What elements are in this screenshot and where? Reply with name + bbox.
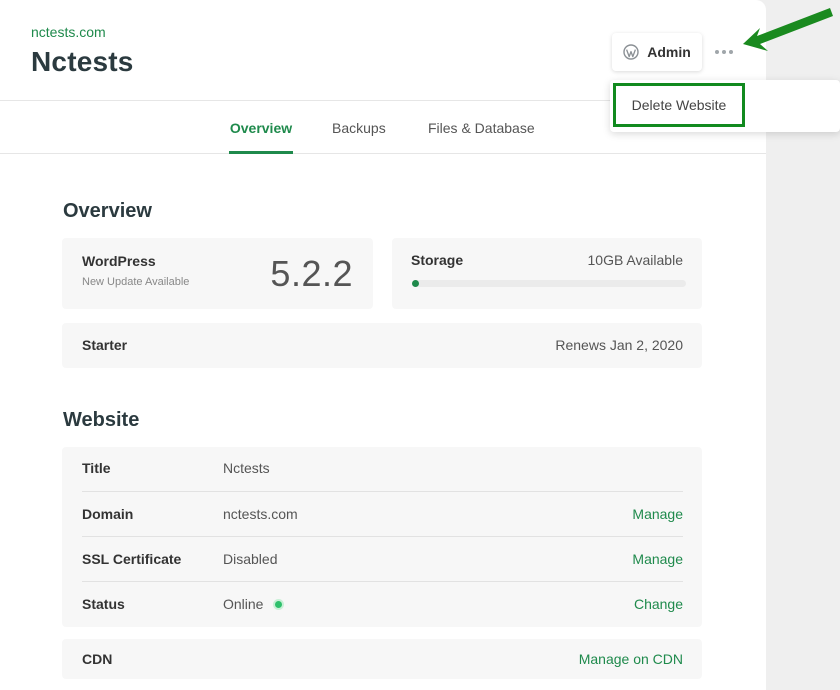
manage-domain-link[interactable]: Manage bbox=[632, 506, 683, 522]
more-options-menu: Delete Website bbox=[610, 80, 840, 132]
wordpress-label: WordPress bbox=[82, 253, 156, 269]
tab-overview[interactable]: Overview bbox=[229, 120, 293, 154]
row-value: nctests.com bbox=[223, 506, 298, 522]
plan-label: Starter bbox=[82, 337, 128, 353]
tab-backups[interactable]: Backups bbox=[332, 120, 386, 154]
storage-label: Storage bbox=[411, 252, 464, 268]
status-online-icon bbox=[273, 599, 285, 610]
more-dot bbox=[722, 50, 726, 54]
site-title: Nctests bbox=[31, 46, 134, 77]
row-value: Disabled bbox=[223, 551, 278, 567]
change-status-link[interactable]: Change bbox=[634, 596, 683, 612]
wordpress-card: WordPress New Update Available 5.2.2 bbox=[62, 238, 373, 309]
website-row-title: Title Nctests bbox=[82, 447, 683, 492]
plan-renewal: Renews Jan 2, 2020 bbox=[555, 337, 683, 353]
website-row-ssl: SSL Certificate Disabled Manage bbox=[82, 537, 683, 582]
storage-bar bbox=[412, 280, 686, 287]
overview-heading: Overview bbox=[63, 200, 152, 222]
storage-bar-fill bbox=[412, 280, 419, 287]
delete-website-menu-item[interactable]: Delete Website bbox=[613, 83, 745, 127]
row-label: Status bbox=[82, 596, 125, 612]
more-options-button[interactable] bbox=[712, 42, 736, 62]
status-value: Online bbox=[223, 596, 285, 612]
website-heading: Website bbox=[63, 409, 140, 431]
wordpress-update-note: New Update Available bbox=[82, 276, 190, 288]
plan-card: Starter Renews Jan 2, 2020 bbox=[62, 323, 702, 368]
tab-files-database[interactable]: Files & Database bbox=[428, 120, 535, 154]
admin-button[interactable]: Admin bbox=[612, 33, 702, 71]
more-dot bbox=[729, 50, 733, 54]
cdn-label: CDN bbox=[82, 651, 113, 667]
website-row-status: Status Online Change bbox=[82, 582, 683, 627]
admin-button-label: Admin bbox=[647, 44, 691, 60]
row-value: Nctests bbox=[223, 460, 270, 476]
manage-ssl-link[interactable]: Manage bbox=[632, 551, 683, 567]
arrow-annotation-icon bbox=[743, 8, 833, 51]
row-label: SSL Certificate bbox=[82, 551, 182, 567]
storage-card: Storage 10GB Available bbox=[392, 238, 702, 309]
storage-available: 10GB Available bbox=[587, 252, 683, 268]
row-label: Domain bbox=[82, 506, 134, 522]
cdn-card: CDN Manage on CDN bbox=[62, 639, 702, 679]
more-horizontal-icon bbox=[715, 50, 719, 54]
status-text: Online bbox=[223, 596, 264, 612]
wordpress-icon bbox=[623, 44, 639, 60]
row-label: Title bbox=[82, 460, 111, 476]
website-row-domain: Domain nctests.com Manage bbox=[82, 492, 683, 537]
website-details-card: Title Nctests Domain nctests.com Manage … bbox=[62, 447, 702, 627]
manage-cdn-link[interactable]: Manage on CDN bbox=[579, 651, 683, 667]
wordpress-version: 5.2.2 bbox=[270, 253, 353, 294]
site-domain: nctests.com bbox=[31, 24, 106, 40]
